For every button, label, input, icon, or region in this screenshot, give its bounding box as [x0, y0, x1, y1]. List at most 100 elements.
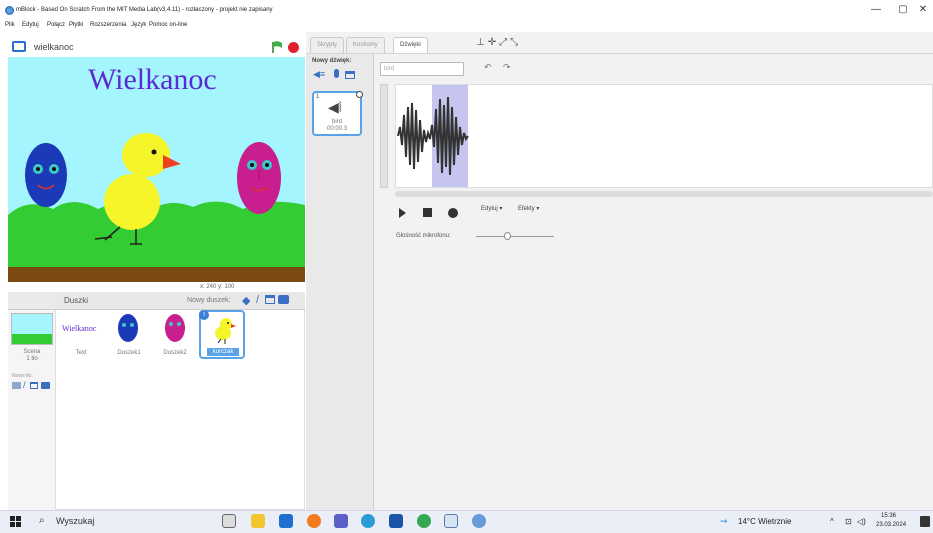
sprite-library-icon[interactable]: ◆ [242, 294, 250, 307]
sound-duration: 00:00.3 [326, 126, 348, 132]
scene-header [8, 292, 56, 310]
stop-icon[interactable] [288, 42, 299, 53]
stage[interactable]: Wielkanoc [8, 57, 305, 282]
menu-extensions[interactable]: Rozszerzenia [90, 22, 126, 28]
sprite-name-text: Text [75, 350, 87, 356]
play-icon[interactable] [399, 208, 406, 218]
weather-text[interactable]: 14°C Wietrznie [738, 517, 791, 526]
task-view-icon[interactable] [222, 514, 236, 528]
undo-icon[interactable]: ↶ [484, 62, 492, 73]
scene-label: Scena [23, 349, 41, 355]
duplicate-icon[interactable]: ⊥ [476, 37, 488, 48]
title-bar: mBlock - Based On Scratch From the MIT M… [0, 0, 933, 20]
maximize-button[interactable]: ▢ [893, 3, 913, 17]
sprite-card-kurczak-selected[interactable]: i kurczak [199, 310, 245, 359]
chrome-icon[interactable] [417, 514, 431, 528]
fullscreen-icon[interactable] [12, 41, 26, 52]
search-icon[interactable]: ⌕ [39, 515, 45, 526]
mblock-taskbar-icon[interactable] [472, 514, 486, 528]
tray-chevron-icon[interactable]: ^ [830, 517, 834, 526]
sound-name-input[interactable]: bird [380, 62, 464, 76]
sprite-thumb-blue-egg[interactable] [115, 312, 141, 344]
stage-tools: ⊥✛⤢⤡ [476, 37, 521, 48]
mic-volume-label: Głośność mikrofonu: [396, 233, 451, 239]
sprite-name-duszek1: Duszek1 [117, 350, 141, 356]
mouse-coordinates: x: 240 y: 100 [200, 284, 235, 290]
stage-header: wielkanoc [8, 38, 305, 56]
sprite-name-kurczak: kurczak [207, 348, 239, 356]
paint-sprite-icon[interactable]: / [256, 294, 259, 306]
edge-icon[interactable] [361, 514, 375, 528]
sound-card-bird[interactable]: 1 ◀⦚ bird 00:00.3 [312, 91, 363, 136]
sprite-info-icon[interactable]: i [199, 310, 209, 320]
record-icon[interactable] [448, 208, 458, 218]
close-button[interactable]: ✕ [913, 3, 933, 17]
notification-icon[interactable] [920, 516, 930, 527]
sound-library-icon[interactable]: ◀≡ [313, 69, 325, 80]
upload-sprite-icon[interactable] [265, 295, 275, 304]
cut-icon[interactable]: ✛ [488, 37, 499, 48]
sound-index: 1 [316, 94, 320, 100]
upload-sound-icon[interactable] [345, 71, 355, 79]
paint-backdrop-icon[interactable]: / [23, 380, 26, 390]
minimize-button[interactable]: — [866, 3, 886, 17]
sound-delete-icon[interactable] [356, 91, 363, 98]
sprite-thumb-chick [215, 318, 236, 344]
taskbar [0, 510, 933, 533]
effects-menu-dropdown[interactable]: Efekty ▾ [518, 205, 539, 212]
windows-start-icon[interactable] [10, 516, 21, 527]
tab-sounds[interactable]: Dźwięki [393, 37, 428, 53]
menu-language[interactable]: Język [131, 22, 146, 28]
window-title: mBlock - Based On Scratch From the MIT M… [16, 7, 273, 13]
grow-icon[interactable]: ⤢ [499, 37, 510, 48]
green-flag-icon[interactable] [270, 40, 284, 54]
taskbar-search-input[interactable]: Wyszukaj [56, 516, 94, 526]
mblock-app-icon [5, 6, 14, 15]
sprite-header: Duszki Nowy duszek: ◆ / [56, 292, 305, 310]
camera-backdrop-icon[interactable] [41, 382, 50, 389]
menu-help[interactable]: Pomoc on-line [149, 22, 187, 28]
camera-sprite-icon[interactable] [278, 295, 289, 304]
clock-date[interactable]: 23.03.2024 [876, 522, 906, 528]
menu-boards[interactable]: Płytki [69, 22, 83, 28]
shrink-icon[interactable]: ⤡ [510, 37, 521, 48]
stop-sound-icon[interactable] [423, 208, 432, 217]
new-sprite-label: Nowy duszek: [187, 297, 231, 304]
sprite-thumb-pink-egg[interactable] [162, 312, 188, 344]
volume-icon[interactable]: ◁) [857, 517, 866, 526]
sound-name: bird [331, 119, 342, 125]
menu-connect[interactable]: Połącz [47, 22, 65, 28]
waveform-horizontal-scrollbar[interactable] [395, 191, 933, 197]
project-name: wielkanoc [34, 42, 74, 52]
upload-backdrop-icon[interactable] [30, 382, 38, 389]
mic-volume-slider[interactable] [476, 236, 554, 237]
tab-scripts[interactable]: Skrypty [310, 37, 345, 53]
edit-menu-dropdown[interactable]: Edytuj ▾ [481, 205, 502, 212]
waveform-vertical-scrollbar[interactable] [380, 84, 388, 188]
menu-edit[interactable]: Edytuj [22, 22, 39, 28]
scene-thumbnail[interactable] [11, 313, 53, 345]
new-sound-label: Nowy dźwięk: [312, 58, 352, 64]
sprites-label: Duszki [64, 296, 89, 305]
stage-scene [8, 133, 305, 282]
sprite-thumb-text[interactable]: Wielkanoc [62, 324, 96, 333]
mail-icon[interactable] [279, 514, 293, 528]
record-sound-icon[interactable] [334, 69, 339, 78]
teams-icon[interactable] [334, 514, 348, 528]
sprite-name-duszek2: Duszek2 [163, 350, 187, 356]
speaker-icon: ◀⦚ [328, 99, 342, 115]
new-backdrop-label: Nowe tło: [12, 373, 33, 379]
menu-file[interactable]: Plik [5, 22, 15, 28]
clock-time[interactable]: 15:36 [881, 513, 896, 519]
file-explorer-icon[interactable] [251, 514, 265, 528]
photos-icon[interactable] [444, 514, 458, 528]
store-icon[interactable] [389, 514, 403, 528]
waveform [397, 96, 469, 176]
scene-backdrop-count: 1 tło [26, 356, 38, 362]
weather-icon: ⇝ [720, 516, 728, 526]
redo-icon[interactable]: ↷ [503, 62, 511, 73]
tab-costumes[interactable]: Kostiumy [346, 37, 385, 53]
backdrop-library-icon[interactable] [12, 382, 21, 389]
firefox-icon[interactable] [307, 514, 321, 528]
network-icon[interactable]: ⊡ [845, 517, 852, 526]
